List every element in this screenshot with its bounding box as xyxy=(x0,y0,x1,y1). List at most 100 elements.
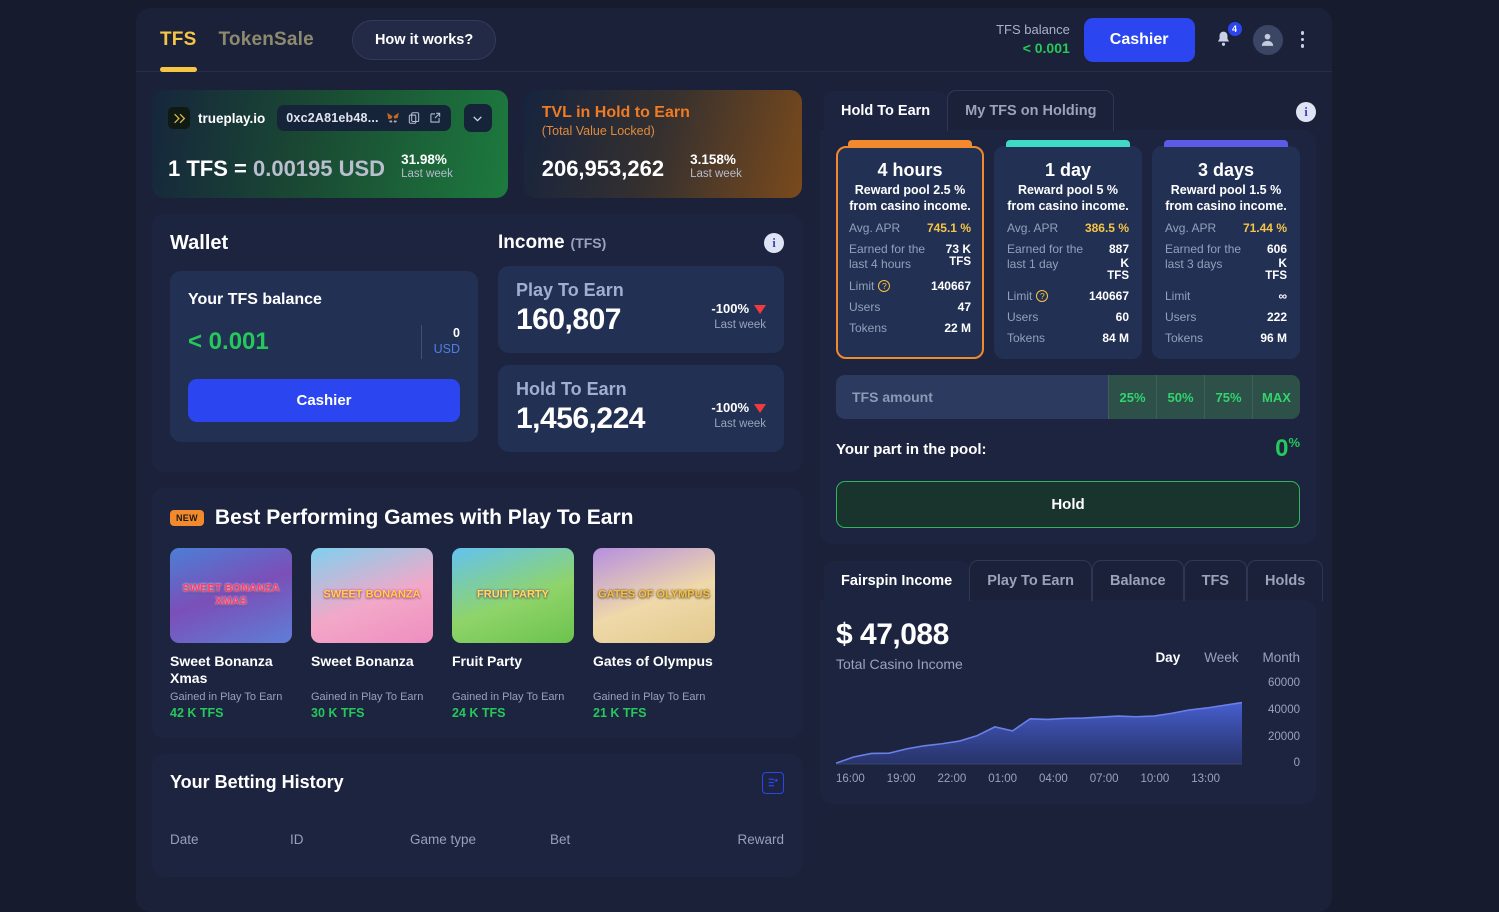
cashier-button-wallet[interactable]: Cashier xyxy=(188,378,460,422)
tab-play-to-earn[interactable]: Play To Earn xyxy=(969,560,1092,602)
pool-description: Reward pool 2.5 % from casino income. xyxy=(849,183,971,213)
wallet-usd-amount: 0 xyxy=(453,326,460,341)
income-header: Income (TFS) i xyxy=(498,232,784,254)
tab-hold-to-earn[interactable]: Hold To Earn xyxy=(824,91,948,131)
games-header: NEW Best Performing Games with Play To E… xyxy=(170,506,784,530)
x-tick: 22:00 xyxy=(937,773,967,786)
game-thumbnail-text: SWEET BONANZA XMAS xyxy=(182,582,280,608)
tfs-rate-prefix: 1 TFS = xyxy=(168,155,253,181)
copy-icon[interactable] xyxy=(407,111,421,125)
tvl-title: TVL in Hold to Earn xyxy=(541,104,690,121)
casino-income-total: $ 47,088 xyxy=(836,618,949,652)
percent-button-25[interactable]: 25% xyxy=(1108,375,1156,420)
pool-card-3-days[interactable]: 3 days Reward pool 1.5 % from casino inc… xyxy=(1152,140,1300,360)
pool-apr-value: 71.44 % xyxy=(1242,221,1287,236)
avatar[interactable] xyxy=(1252,24,1283,55)
metamask-fox-icon xyxy=(386,112,399,123)
game-thumbnail-text: GATES OF OLYMPUS xyxy=(598,589,710,602)
chart-plot xyxy=(836,702,1242,765)
help-icon[interactable]: ? xyxy=(1036,290,1049,303)
pool-apr-row: Avg. APR 386.5 % xyxy=(1007,221,1129,235)
pool-card-4-hours[interactable]: 4 hours Reward pool 2.5 % from casino in… xyxy=(836,140,984,360)
wallet-usd-label: USD xyxy=(433,341,460,356)
tab-balance[interactable]: Balance xyxy=(1091,560,1184,602)
pool-card-1-day[interactable]: 1 day Reward pool 5 % from casino income… xyxy=(994,140,1142,360)
game-thumbnail: SWEET BONANZA xyxy=(311,547,433,643)
tab-my-tfs-on-holding[interactable]: My TFS on Holding xyxy=(947,90,1115,131)
tab-holds[interactable]: Holds xyxy=(1246,560,1324,602)
pool-limit-value: 140667 xyxy=(1088,289,1129,304)
game-name: Sweet Bonanza Xmas xyxy=(170,652,273,686)
wallet-income-panel: Wallet Your TFS balance < 0.001 0 USD Ca… xyxy=(152,213,802,472)
income-card-name: Play To Earn xyxy=(516,279,624,300)
pool-apr-label: Avg. APR xyxy=(1007,221,1059,236)
range-week[interactable]: Week xyxy=(1204,650,1238,665)
game-card[interactable]: FRUIT PARTY Fruit Party Gained in Play T… xyxy=(452,547,574,720)
percent-button-75[interactable]: 75% xyxy=(1204,375,1252,420)
notifications-button[interactable]: 4 xyxy=(1209,21,1242,55)
new-badge: NEW xyxy=(170,509,204,526)
info-icon[interactable]: i xyxy=(764,232,784,253)
app-shell: TFS TokenSale How it works? TFS balance … xyxy=(136,8,1332,912)
income-delta-value: -100% xyxy=(711,301,749,317)
trueplay-rate-row: 1 TFS = 0.00195 USD 31.98% Last week xyxy=(168,152,492,182)
game-value: 30 K TFS xyxy=(311,705,365,720)
income-card-delta: -100% Last week xyxy=(711,301,766,337)
game-card[interactable]: SWEET BONANZA XMAS Sweet Bonanza Xmas Ga… xyxy=(170,547,292,720)
range-month[interactable]: Month xyxy=(1262,650,1300,665)
pool-tokens-row: Tokens 22 M xyxy=(849,321,971,335)
nav-tab-tokensale[interactable]: TokenSale xyxy=(219,8,314,71)
pool-earned-unit: TFS xyxy=(1265,270,1287,283)
tfs-amount-input[interactable] xyxy=(836,375,1108,420)
x-tick: 04:00 xyxy=(1039,773,1068,786)
pool-earned-value: 887 K TFS xyxy=(1099,242,1129,282)
how-it-works-button[interactable]: How it works? xyxy=(351,19,497,60)
pool-duration: 1 day xyxy=(1044,160,1092,180)
percent-button-max[interactable]: MAX xyxy=(1252,375,1300,420)
info-icon[interactable]: i xyxy=(1296,102,1316,122)
list-filter-icon[interactable] xyxy=(762,771,784,794)
help-icon[interactable]: ? xyxy=(878,280,891,293)
x-tick: 19:00 xyxy=(886,773,916,786)
pool-apr-label: Avg. APR xyxy=(849,221,901,236)
range-day[interactable]: Day xyxy=(1155,650,1180,665)
kebab-menu-icon[interactable] xyxy=(1297,27,1309,52)
navbar-right: TFS balance < 0.001 Cashier 4 xyxy=(996,17,1309,62)
column-header-bet: Bet xyxy=(550,831,571,847)
chevron-down-icon xyxy=(473,115,482,122)
wallet-title: Wallet xyxy=(170,231,229,254)
wallet-balance-row: < 0.001 0 USD xyxy=(188,324,460,359)
external-link-icon[interactable] xyxy=(428,111,442,125)
tab-tfs[interactable]: TFS xyxy=(1183,560,1247,602)
pool-users-label: Users xyxy=(849,300,881,315)
pool-limit-row: Limit ∞ xyxy=(1165,289,1287,303)
game-card[interactable]: SWEET BONANZA Sweet Bonanza Gained in Pl… xyxy=(311,547,433,720)
tab-fairspin-income[interactable]: Fairspin Income xyxy=(824,561,970,602)
pool-tokens-value: 84 M xyxy=(1102,331,1129,346)
notification-badge: 4 xyxy=(1227,21,1242,36)
nav-tab-tfs[interactable]: TFS xyxy=(160,8,197,72)
pool-earned-unit: TFS xyxy=(949,256,971,269)
pool-users-label: Users xyxy=(1007,310,1039,325)
tfs-rate: 1 TFS = 0.00195 USD xyxy=(168,156,385,182)
income-card-value: 1,456,224 xyxy=(516,401,645,435)
game-card[interactable]: GATES OF OLYMPUS Gates of Olympus Gained… xyxy=(593,547,715,720)
pool-tokens-label: Tokens xyxy=(849,321,888,336)
pool-tokens-value: 22 M xyxy=(944,321,971,336)
pool-limit-value: ∞ xyxy=(1278,289,1287,304)
user-icon xyxy=(1261,33,1274,46)
wallet-address-pill[interactable]: 0xc2A81eb48... xyxy=(277,105,451,131)
top-summary-row: trueplay.io 0xc2A81eb48... 1 TFS = 0.001… xyxy=(152,90,802,198)
cashier-button-header[interactable]: Cashier xyxy=(1083,17,1195,62)
games-title: Best Performing Games with Play To Earn xyxy=(214,505,634,529)
wallet-dropdown-button[interactable] xyxy=(463,104,492,132)
pool-apr-label: Avg. APR xyxy=(1165,221,1217,236)
hold-button[interactable]: Hold xyxy=(836,481,1300,529)
pool-apr-value: 386.5 % xyxy=(1084,221,1129,236)
tvl-card: TVL in Hold to Earn (Total Value Locked)… xyxy=(523,90,802,198)
percent-button-50[interactable]: 50% xyxy=(1156,375,1204,420)
wallet-balance-value: < 0.001 xyxy=(188,327,269,355)
pool-limit-value: 140667 xyxy=(930,279,971,294)
x-tick: 13:00 xyxy=(1191,773,1221,786)
pool-users-row: Users 60 xyxy=(1007,310,1129,324)
